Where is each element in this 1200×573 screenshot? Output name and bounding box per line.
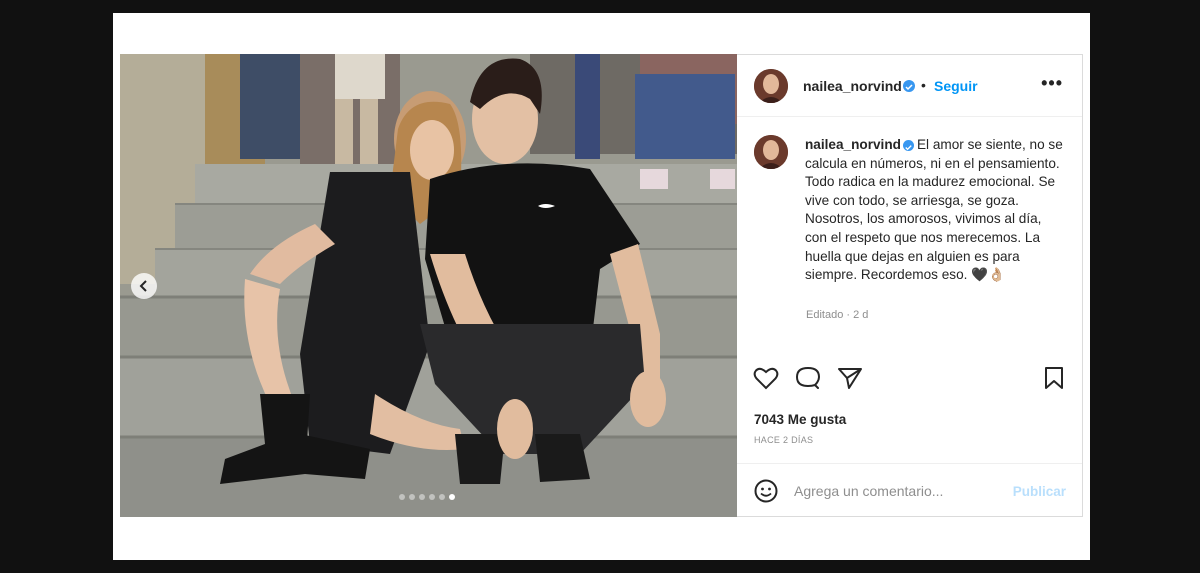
avatar-image — [754, 69, 788, 103]
caption-avatar[interactable] — [754, 135, 788, 169]
post-time: HACE 2 DÍAS — [754, 435, 814, 445]
chevron-left-icon — [139, 280, 147, 292]
post-photo[interactable] — [120, 54, 737, 517]
avatar-image — [754, 135, 788, 169]
carousel-dot[interactable] — [439, 494, 445, 500]
post-caption: nailea_norvind El amor se siente, no se c… — [805, 136, 1067, 285]
verified-icon — [903, 80, 915, 92]
emoji-icon[interactable] — [754, 479, 778, 508]
follow-button[interactable]: Seguir — [934, 78, 978, 94]
verified-icon — [902, 139, 914, 151]
carousel-dot-active[interactable] — [449, 494, 455, 500]
publish-button[interactable]: Publicar — [1013, 484, 1066, 499]
more-icon[interactable]: ••• — [1041, 73, 1063, 94]
comment-icon[interactable] — [795, 366, 821, 395]
carousel-dot[interactable] — [399, 494, 405, 500]
likes-count[interactable]: 7043 Me gusta — [754, 412, 846, 427]
heart-icon[interactable] — [753, 366, 779, 395]
post-header: nailea_norvind • Seguir ••• — [737, 55, 1082, 117]
post-photo-image — [120, 54, 737, 517]
caption-text: El amor se siente, no se calcula en núme… — [805, 137, 1063, 283]
bookmark-icon[interactable] — [1043, 366, 1065, 395]
header-username[interactable]: nailea_norvind — [803, 78, 902, 94]
carousel-dot[interactable] — [419, 494, 425, 500]
share-icon[interactable] — [837, 366, 863, 395]
header-separator: • — [921, 77, 926, 93]
comment-input[interactable] — [794, 483, 994, 499]
carousel-dot[interactable] — [429, 494, 435, 500]
comment-bar: Publicar — [737, 463, 1082, 518]
post-side-panel: nailea_norvind • Seguir ••• nailea_norvi… — [737, 54, 1083, 517]
carousel-dot[interactable] — [409, 494, 415, 500]
avatar[interactable] — [754, 69, 788, 103]
carousel-dots — [399, 494, 455, 500]
previous-photo-button[interactable] — [131, 273, 157, 299]
caption-username[interactable]: nailea_norvind — [805, 137, 901, 152]
edited-timestamp: Editado · 2 d — [806, 309, 869, 321]
action-bar — [737, 366, 1082, 396]
